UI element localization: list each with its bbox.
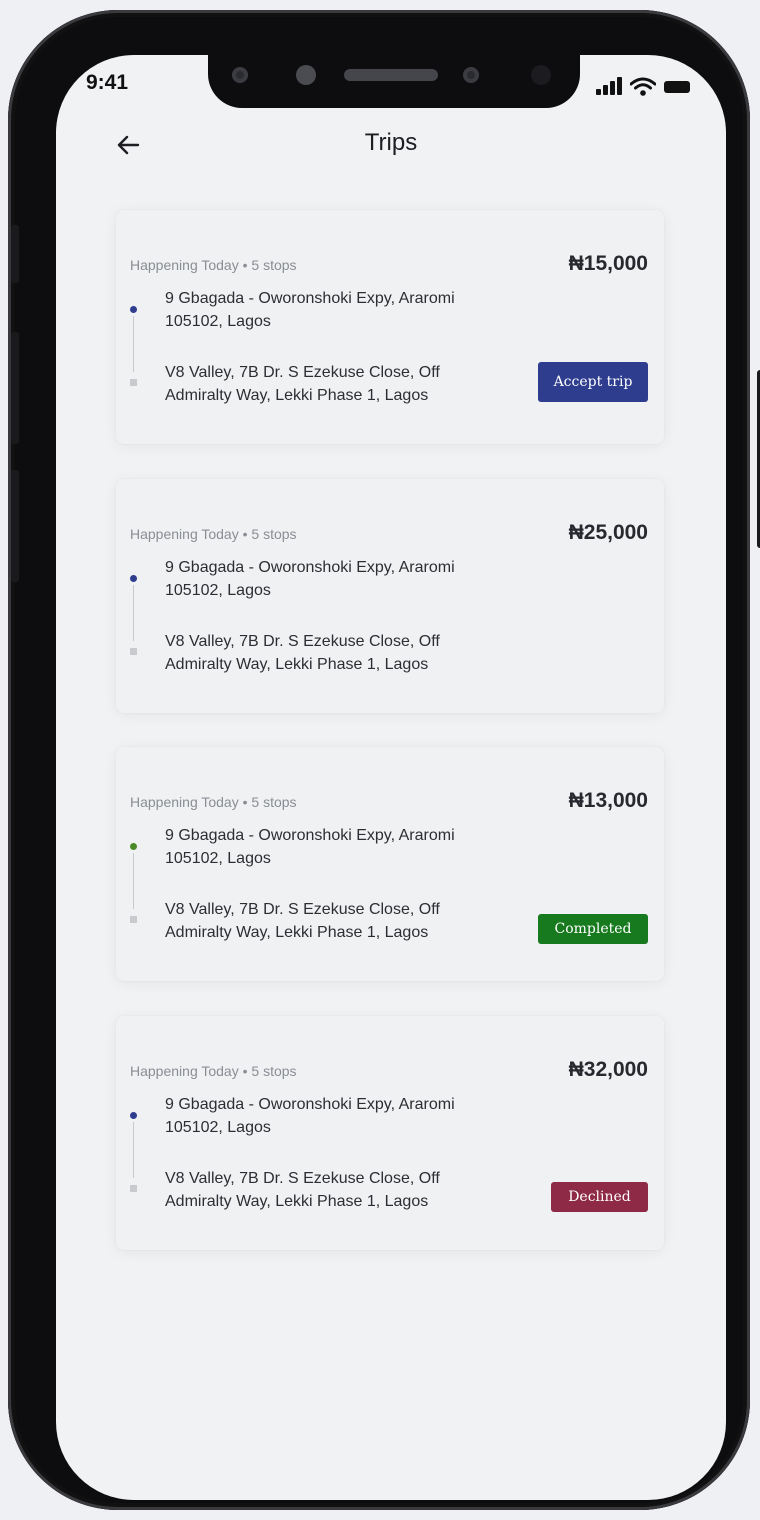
pickup-dot-icon	[130, 843, 137, 850]
volume-up-button	[11, 332, 19, 444]
route-line	[133, 585, 134, 641]
pickup-address: 9 Gbagada - Oworonshoki Expy, Araromi 10…	[165, 1096, 455, 1136]
trip-meta: Happening Today • 5 stops	[130, 794, 297, 810]
status-icons	[596, 77, 701, 97]
screen: 9:41 Trips Happening Today • 5 stops ₦15…	[56, 55, 726, 1500]
pickup-address: 9 Gbagada - Oworonshoki Expy, Araromi 10…	[165, 827, 455, 867]
trip-meta: Happening Today • 5 stops	[130, 526, 297, 542]
declined-status-badge: Declined	[551, 1182, 648, 1212]
trip-card[interactable]: Happening Today • 5 stops ₦13,000 9 Gbag…	[116, 747, 664, 981]
volume-down-button	[11, 470, 19, 582]
dropoff-square-icon	[130, 916, 137, 923]
route-line	[133, 1122, 134, 1178]
trip-price: ₦13,000	[568, 789, 648, 812]
pickup-dot-icon	[130, 1112, 137, 1119]
dropoff-square-icon	[130, 379, 137, 386]
route-line	[133, 853, 134, 909]
trip-price: ₦15,000	[568, 252, 648, 275]
completed-status-badge: Completed	[538, 914, 648, 944]
dropoff-address: V8 Valley, 7B Dr. S Ezekuse Close, Off A…	[165, 1170, 440, 1210]
battery-icon	[664, 81, 690, 93]
trip-card[interactable]: Happening Today • 5 stops ₦25,000 9 Gbag…	[116, 479, 664, 713]
trip-card[interactable]: Happening Today • 5 stops ₦15,000 9 Gbag…	[116, 210, 664, 444]
status-time: 9:41	[86, 71, 129, 94]
sensor-icon	[463, 67, 479, 83]
accept-trip-button[interactable]: Accept trip	[538, 362, 648, 402]
page-title: Trips	[364, 129, 418, 156]
sensor-icon	[232, 67, 248, 83]
dropoff-address: V8 Valley, 7B Dr. S Ezekuse Close, Off A…	[165, 364, 440, 404]
pickup-address: 9 Gbagada - Oworonshoki Expy, Araromi 10…	[165, 559, 455, 599]
trip-price: ₦32,000	[568, 1058, 648, 1081]
front-camera-icon	[531, 65, 551, 85]
pickup-dot-icon	[130, 306, 137, 313]
dropoff-square-icon	[130, 1185, 137, 1192]
dropoff-square-icon	[130, 648, 137, 655]
sensor-icon	[296, 65, 316, 85]
speaker-grille	[344, 69, 438, 81]
notch	[208, 55, 580, 108]
route-line	[133, 316, 134, 372]
trip-meta: Happening Today • 5 stops	[130, 1063, 297, 1079]
wifi-icon	[630, 77, 656, 96]
dropoff-address: V8 Valley, 7B Dr. S Ezekuse Close, Off A…	[165, 633, 440, 673]
trip-meta: Happening Today • 5 stops	[130, 257, 297, 273]
trip-price: ₦25,000	[568, 521, 648, 544]
mute-switch	[11, 225, 19, 283]
pickup-dot-icon	[130, 575, 137, 582]
trip-card[interactable]: Happening Today • 5 stops ₦32,000 9 Gbag…	[116, 1016, 664, 1250]
dropoff-address: V8 Valley, 7B Dr. S Ezekuse Close, Off A…	[165, 901, 440, 941]
cellular-signal-icon	[596, 77, 626, 97]
pickup-address: 9 Gbagada - Oworonshoki Expy, Araromi 10…	[165, 290, 455, 330]
phone-frame: 9:41 Trips Happening Today • 5 stops ₦15…	[8, 10, 760, 1510]
